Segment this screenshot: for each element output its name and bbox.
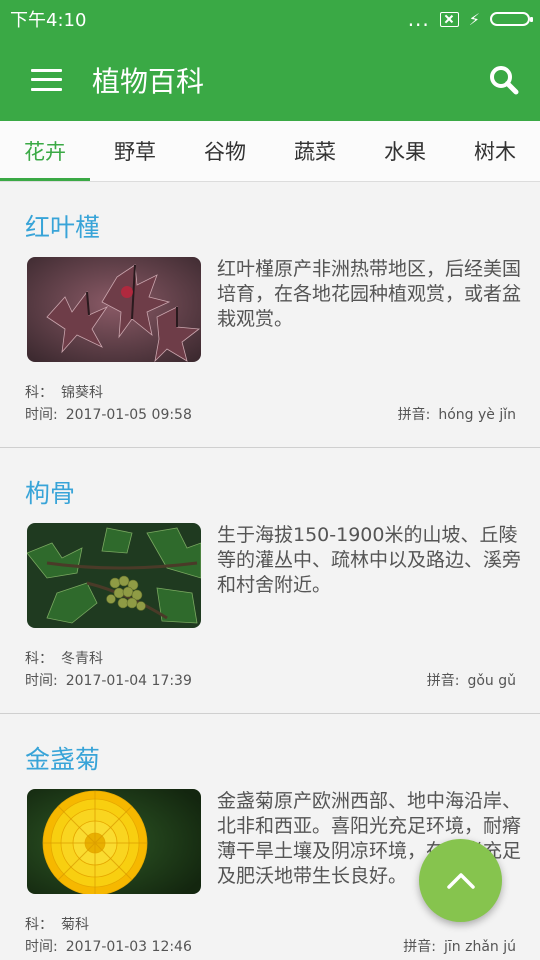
- time-label: 时间:: [25, 673, 58, 689]
- menu-icon: [30, 68, 62, 91]
- pinyin-value: jīn zhǎn jú: [444, 939, 516, 955]
- charging-icon: ⚡: [468, 9, 480, 29]
- app-bar: 植物百科: [0, 38, 540, 121]
- tab-flowers[interactable]: 花卉: [0, 121, 90, 181]
- pinyin-label: 拼音:: [426, 673, 460, 689]
- status-icons: ... ⚡: [407, 7, 533, 31]
- pinyin-label: 拼音:: [397, 407, 431, 423]
- plant-time: 时间: 2017-01-03 12:46: [25, 936, 192, 956]
- plant-description: 红叶槿原产非洲热带地区，后经美国培育，在各地花园种植观赏，或者盆栽观赏。: [217, 258, 522, 330]
- plant-name: 红叶槿: [25, 213, 101, 242]
- family-value: 菊科: [61, 917, 89, 933]
- plant-pinyin: 拼音: gǒu gǔ: [427, 670, 516, 690]
- scroll-to-top-button[interactable]: [419, 839, 502, 922]
- status-time: 下午4:10: [10, 10, 87, 31]
- plant-thumbnail: [27, 789, 201, 894]
- family-label: 科：: [25, 917, 53, 933]
- tab-grains[interactable]: 谷物: [180, 121, 270, 181]
- search-button[interactable]: [468, 38, 540, 121]
- chevron-up-icon: [446, 872, 475, 889]
- time-value: 2017-01-05 09:58: [65, 407, 192, 423]
- time-label: 时间:: [25, 407, 58, 423]
- plant-pinyin: 拼音: hóng yè jǐn: [398, 404, 516, 424]
- tab-weeds[interactable]: 野草: [90, 121, 180, 181]
- plant-family: 科： 锦葵科: [25, 382, 103, 402]
- battery-icon: [490, 12, 533, 26]
- list-item[interactable]: 金盏菊 金盏菊原产欧洲西部、地中海沿岸、北非和西亚。喜阳光充足环境，耐瘠薄干旱土…: [0, 714, 540, 960]
- pinyin-label: 拼音:: [403, 939, 436, 955]
- plant-time: 时间: 2017-01-05 09:58: [25, 404, 192, 424]
- time-value: 2017-01-04 17:39: [65, 673, 192, 689]
- sim-icon: [439, 11, 459, 27]
- tab-vegetables[interactable]: 蔬菜: [270, 121, 360, 181]
- tab-fruits[interactable]: 水果: [360, 121, 450, 181]
- status-bar: 下午4:10 ... ⚡: [0, 0, 540, 38]
- more-dots-icon: ...: [407, 7, 430, 31]
- plant-family: 科： 菊科: [25, 914, 89, 934]
- plant-pinyin: 拼音: jīn zhǎn jú: [403, 936, 516, 956]
- page-title: 植物百科: [92, 64, 205, 98]
- plant-name: 金盏菊: [25, 745, 101, 774]
- tab-trees[interactable]: 树木: [450, 121, 540, 181]
- time-value: 2017-01-03 12:46: [65, 939, 192, 955]
- family-value: 锦葵科: [61, 385, 103, 401]
- plant-thumbnail: [27, 523, 201, 628]
- plant-name: 枸骨: [25, 479, 76, 508]
- family-label: 科：: [25, 385, 53, 401]
- plant-time: 时间: 2017-01-04 17:39: [25, 670, 192, 690]
- family-value: 冬青科: [61, 651, 103, 667]
- pinyin-value: gǒu gǔ: [467, 673, 516, 689]
- list-item[interactable]: 红叶槿 红叶槿原产非洲热带地区，后经美国培育，在各地花园种植观赏，或者盆栽观赏。: [0, 182, 540, 448]
- plant-family: 科： 冬青科: [25, 648, 103, 668]
- family-label: 科：: [25, 651, 53, 667]
- pinyin-value: hóng yè jǐn: [438, 407, 516, 423]
- plant-thumbnail: [27, 257, 201, 362]
- list-item[interactable]: 枸骨 生于海拔150-1900米的山坡、丘陵等的灌丛中、疏林中以及路边、溪旁和村…: [0, 448, 540, 714]
- time-label: 时间:: [25, 939, 58, 955]
- search-icon: [490, 65, 519, 94]
- category-tabs: 花卉 野草 谷物 蔬菜 水果 树木: [0, 121, 540, 182]
- plant-description: 生于海拔150-1900米的山坡、丘陵等的灌丛中、疏林中以及路边、溪旁和村舍附近…: [217, 524, 522, 596]
- menu-button[interactable]: [0, 38, 92, 121]
